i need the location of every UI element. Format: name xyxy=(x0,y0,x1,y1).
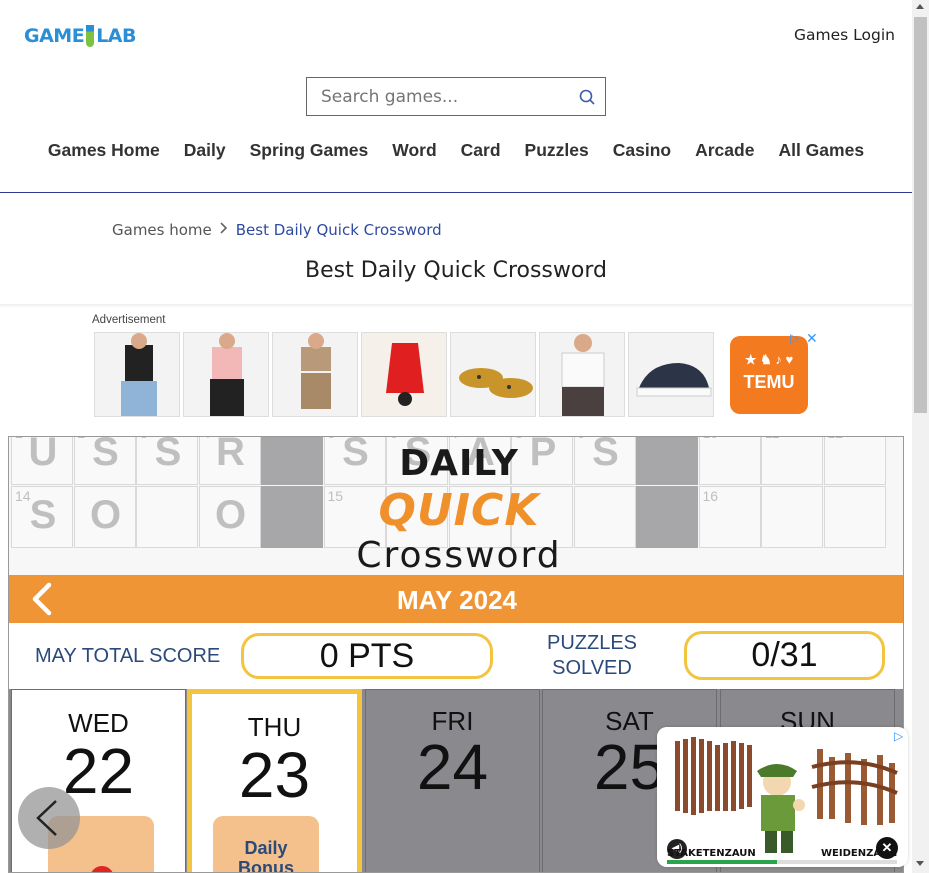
total-score-label: MAY TOTAL SCORE xyxy=(35,645,221,667)
adchoices-icon[interactable]: ▷ xyxy=(894,729,903,743)
close-icon[interactable]: ✕ xyxy=(806,330,818,347)
page-scrollbar[interactable] xyxy=(912,0,929,873)
ad-label: Advertisement xyxy=(92,314,166,326)
page-title: Best Daily Quick Crossword xyxy=(305,258,607,283)
breadcrumb-current[interactable]: Best Daily Quick Crossword xyxy=(236,221,442,239)
nav-divider xyxy=(0,192,912,193)
page: GAME LAB Games Login Games Home Daily Sp… xyxy=(0,0,912,873)
chevron-right-icon xyxy=(220,222,228,238)
nav-spring-games[interactable]: Spring Games xyxy=(238,140,381,161)
adchoices-icon[interactable]: ▷ xyxy=(790,331,799,345)
nav-casino[interactable]: Casino xyxy=(601,140,683,161)
close-icon[interactable]: ✕ xyxy=(876,837,898,859)
previous-button[interactable] xyxy=(18,787,80,849)
games-login-link[interactable]: Games Login xyxy=(794,26,895,44)
ad-product-image[interactable] xyxy=(94,332,180,417)
daily-bonus-tile[interactable]: Daily Bonus xyxy=(213,816,319,873)
breadcrumb-home[interactable]: Games home xyxy=(112,221,212,239)
video-ad-scene xyxy=(657,727,908,867)
nav-arcade[interactable]: Arcade xyxy=(683,140,766,161)
puzzles-solved-label-line2: SOLVED xyxy=(552,657,632,679)
day-card-thu[interactable]: THU 23 Daily Bonus xyxy=(187,689,362,873)
breadcrumb: Games home Best Daily Quick Crossword xyxy=(112,221,442,239)
status-dot-icon xyxy=(90,866,114,872)
chevron-left-icon xyxy=(36,800,57,836)
logo-daily: DAILY xyxy=(399,443,519,484)
test-tube-icon xyxy=(86,25,95,47)
logo-text-right: LAB xyxy=(96,25,136,47)
scroll-down-icon[interactable] xyxy=(916,861,924,866)
nav-word[interactable]: Word xyxy=(380,140,448,161)
month-bar: MAY 2024 xyxy=(9,575,903,623)
daily-quick-crossword-logo: DAILY QUICK Crossword xyxy=(309,437,609,576)
day-number: 24 xyxy=(416,731,489,803)
month-title: MAY 2024 xyxy=(397,585,517,615)
ad-product-strip[interactable] xyxy=(94,332,716,417)
ad-product-image[interactable] xyxy=(450,332,536,417)
temu-ad-logo[interactable]: ★ ♞ ♪ ♥ TEMU xyxy=(730,336,808,414)
day-number: 23 xyxy=(238,739,311,811)
tile-label-line2: Bonus xyxy=(238,858,294,873)
nav-all-games[interactable]: All Games xyxy=(766,140,876,161)
ad-product-image[interactable] xyxy=(628,332,714,417)
nav-puzzles[interactable]: Puzzles xyxy=(513,140,601,161)
site-logo[interactable]: GAME LAB xyxy=(24,24,136,48)
logo-crossword: Crossword xyxy=(356,535,562,576)
puzzles-solved-value: 0/31 xyxy=(684,631,885,680)
search-input[interactable] xyxy=(307,86,565,107)
logo-quick: QUICK xyxy=(378,485,540,536)
ad-product-image[interactable] xyxy=(539,332,625,417)
nav-card[interactable]: Card xyxy=(449,140,513,161)
tile-label-line1: Daily xyxy=(244,838,288,858)
puzzles-solved-label-line1: PUZZLES xyxy=(546,632,638,654)
video-progress xyxy=(667,860,897,864)
total-score-value: 0 PTS xyxy=(241,633,493,679)
nav-daily[interactable]: Daily xyxy=(172,140,238,161)
score-bar: MAY TOTAL SCORE 0 PTS PUZZLES SOLVED 0/3… xyxy=(9,623,903,689)
search-icon[interactable] xyxy=(579,89,595,105)
temu-icons: ★ ♞ ♪ ♥ xyxy=(744,352,794,367)
scrollbar-thumb[interactable] xyxy=(914,17,927,413)
scroll-up-icon[interactable] xyxy=(916,4,924,9)
main-nav: Games Home Daily Spring Games Word Card … xyxy=(0,140,912,161)
ad-product-image[interactable] xyxy=(183,332,269,417)
ad-product-image[interactable] xyxy=(272,332,358,417)
video-progress-fill xyxy=(667,860,778,864)
title-divider xyxy=(0,304,912,308)
day-card-fri[interactable]: FRI 24 xyxy=(365,689,540,872)
ad-product-image[interactable] xyxy=(361,332,447,417)
puzzles-solved-label: PUZZLES SOLVED xyxy=(537,631,647,681)
nav-games-home[interactable]: Games Home xyxy=(36,140,172,161)
search-box[interactable] xyxy=(306,77,606,116)
video-caption-left: STAKETENZAUN xyxy=(667,848,756,859)
temu-brand: TEMU xyxy=(743,372,795,392)
video-ad[interactable]: ▷ ◀) STAKETENZAUN WEIDENZAUN ✕ xyxy=(657,727,908,867)
logo-text-left: GAME xyxy=(24,25,85,47)
